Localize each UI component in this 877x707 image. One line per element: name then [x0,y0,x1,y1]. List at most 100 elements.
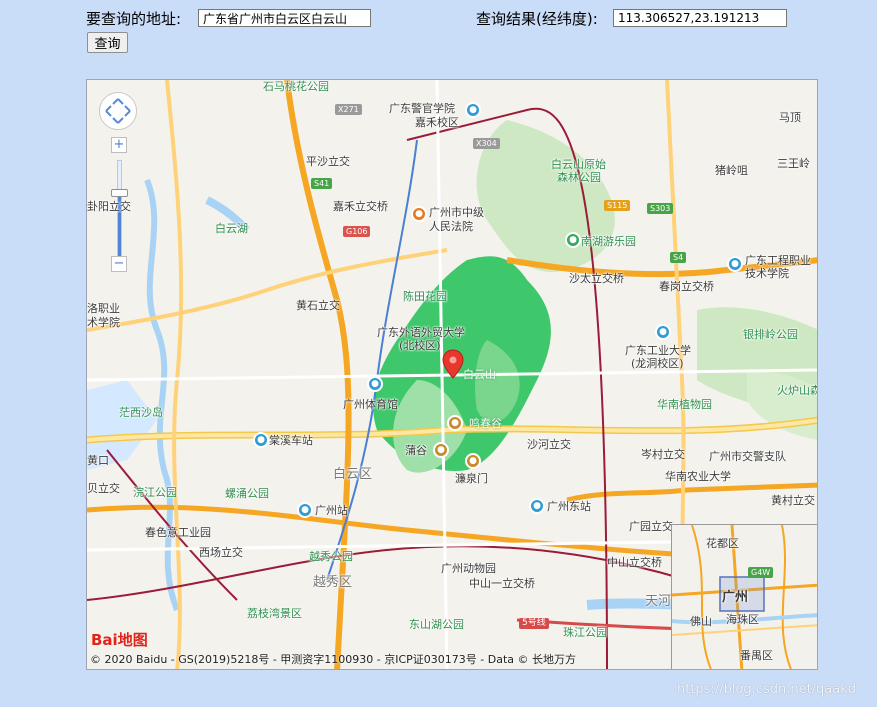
place-label[interactable]: 华南农业大学 [665,470,731,483]
place-label[interactable]: 技术学院 [745,267,789,280]
place-label[interactable]: 广园立交 [629,520,673,533]
pan-arrows-icon [105,98,131,124]
place-label[interactable]: 火炉山森 [777,384,817,397]
place-label[interactable]: 珠江公园 [563,626,607,639]
baidu-map-logo: Bai地图 [91,631,148,649]
place-label[interactable]: 白云区 [333,468,372,481]
road-shield-s4: S4 [670,252,687,263]
place-label[interactable]: 马顶 [779,111,801,124]
place-label[interactable]: 华南植物园 [657,398,712,411]
place-label[interactable]: 东山湖公园 [409,618,464,631]
place-label[interactable]: 术学院 [87,316,120,329]
result-field[interactable] [613,9,787,27]
place-label[interactable]: 濂泉门 [455,472,488,485]
place-label[interactable]: 春色意工业园 [145,526,211,539]
location-marker-icon[interactable] [442,349,464,379]
road-shield-s115: S115 [604,200,631,211]
pan-control[interactable] [99,92,137,130]
place-label[interactable]: 石马桃花公园 [263,80,329,93]
place-label[interactable]: 广州体育馆 [343,398,398,411]
baidu-map[interactable]: + − X271 X304 S41 G106 S115 S303 S4 石马桃花… [86,79,818,670]
address-input[interactable] [198,9,371,27]
train-station-icon[interactable]: ● [297,502,313,518]
place-label[interactable]: 黄口 [87,454,109,467]
school-icon[interactable]: ● [727,256,743,272]
map-copyright: © 2020 Baidu - GS(2019)5218号 - 甲测资字11009… [90,653,577,666]
place-label[interactable]: 蒲谷 [405,444,427,457]
place-label[interactable]: 广东工业大学 [625,344,691,357]
place-label[interactable]: 白云山 [463,368,496,381]
place-label[interactable]: 广州动物园 [441,562,496,575]
address-label: 要查询的地址: [86,10,182,28]
place-label[interactable]: 广州站 [315,504,348,517]
place-label[interactable]: 陈田花园 [403,290,447,303]
place-label[interactable]: 贝立交 [87,482,120,495]
place-label[interactable]: 广州东站 [547,500,591,513]
place-label[interactable]: 茫西沙岛 [119,406,163,419]
place-label[interactable]: 沙河立交 [527,438,571,451]
stadium-icon[interactable]: ● [367,376,383,392]
place-label[interactable]: 白云湖 [215,222,248,235]
place-label[interactable]: 荔枝湾景区 [247,607,302,620]
place-label[interactable]: 沙太立交桥 [569,272,624,285]
overview-minimap[interactable]: 花都区 广州 佛山 海珠区 番禺区 G4W [671,524,817,669]
scenic-spot-icon[interactable]: ● [447,415,463,431]
place-label[interactable]: 广州市交警支队 [709,450,786,463]
place-label[interactable]: 洛职业 [87,302,120,315]
train-station-icon[interactable]: ● [529,498,545,514]
place-label[interactable]: 越秀公园 [309,550,353,563]
place-label[interactable]: 黄村立交 [771,494,815,507]
place-label[interactable]: 鸣春谷 [469,417,502,430]
place-label[interactable]: 三王岭 [777,157,810,170]
zoom-slider-thumb[interactable] [111,189,128,197]
road-shield-x304: X304 [473,138,500,149]
scenic-spot-icon[interactable]: ● [433,442,449,458]
query-button[interactable]: 查询 [87,32,128,53]
place-label[interactable]: 广州市中级 [429,206,484,219]
zoom-out-button[interactable]: − [111,256,127,272]
place-label[interactable]: 嘉禾立交桥 [333,200,388,213]
place-label[interactable]: 岑村立交 [641,448,685,461]
watermark: https://blog.csdn.net/qaakd [677,682,857,697]
place-label[interactable]: 中山立交桥 [607,556,662,569]
road-shield-s303: S303 [647,203,674,214]
minimap-label: 佛山 [690,615,712,628]
place-label[interactable]: 浣江公园 [133,486,177,499]
place-label[interactable]: 越秀区 [313,576,352,589]
place-label[interactable]: 棠溪车站 [269,434,313,447]
place-label[interactable]: 西场立交 [199,546,243,559]
minimap-label: 海珠区 [726,613,759,626]
place-label[interactable]: 南湖游乐园 [581,235,636,248]
road-shield-x271: X271 [335,104,362,115]
school-icon[interactable]: ● [465,102,481,118]
place-label[interactable]: 人民法院 [429,220,473,233]
place-label[interactable]: 卦阳立交 [87,200,131,213]
bus-station-icon[interactable]: ● [253,432,269,448]
court-icon[interactable]: ● [411,206,427,222]
place-label[interactable]: 平沙立交 [306,155,350,168]
place-label[interactable]: (龙洞校区) [631,357,684,370]
minimap-label: 花都区 [706,537,739,550]
place-label[interactable]: 黄石立交 [296,299,340,312]
road-shield-g4w: G4W [748,567,774,578]
scenic-spot-icon[interactable]: ● [465,453,481,469]
road-shield-g106: G106 [343,226,371,237]
place-label[interactable]: 嘉禾校区 [415,116,459,129]
place-label[interactable]: 广东外语外贸大学 [377,326,465,339]
place-label[interactable]: 猪岭咀 [715,164,748,177]
road-shield-s41: S41 [311,178,333,189]
park-icon[interactable]: ● [565,232,581,248]
place-label[interactable]: 银排岭公园 [743,328,798,341]
place-label[interactable]: 森林公园 [557,171,601,184]
place-label[interactable]: 春岗立交桥 [659,280,714,293]
minimap-label: 广州 [722,590,749,605]
place-label[interactable]: 广东警官学院 [389,102,455,115]
place-label[interactable]: 白云山原始 [551,158,606,171]
zoom-in-button[interactable]: + [111,137,127,153]
place-label[interactable]: 广东工程职业 [745,254,811,267]
school-icon[interactable]: ● [655,324,671,340]
place-label[interactable]: 螺涌公园 [225,487,269,500]
place-label[interactable]: (北校区) [399,339,441,352]
place-label[interactable]: 中山一立交桥 [469,577,535,590]
place-label[interactable]: 天河 [645,595,671,608]
